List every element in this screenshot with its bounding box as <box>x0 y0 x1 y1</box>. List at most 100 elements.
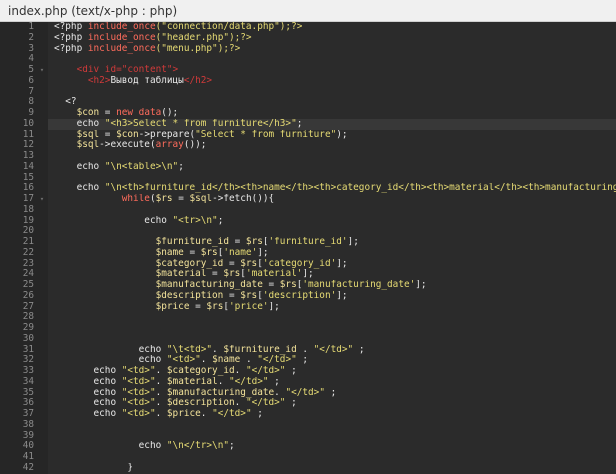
code-token: <?php <box>54 43 88 54</box>
code-token: $sql <box>54 129 100 140</box>
code-line[interactable]: 30 <box>0 333 616 345</box>
code-line[interactable]: 39 <box>0 430 616 442</box>
line-number: 26 <box>0 290 36 302</box>
code-token: 'material' <box>245 269 303 280</box>
code-line[interactable]: 1 <?php include_once("connection/data.php… <box>0 22 616 33</box>
code-line[interactable]: 34 echo "<td>". $material. "</td>" ; <box>0 376 616 388</box>
code-line[interactable]: 28 <box>0 311 616 323</box>
code-line[interactable]: 12 $sql->execute(array()); <box>0 139 616 151</box>
code-line[interactable]: 21 $furniture_id = $rs['furniture_id']; <box>0 236 616 248</box>
code-line[interactable]: 36 echo "<td>". $description. "</td>" ; <box>0 397 616 409</box>
code-token: "<tr>\n" <box>172 215 218 226</box>
code-line[interactable]: 37 echo "<td>". $price. "</td>" ; <box>0 408 616 420</box>
code-token: ->prepare( <box>138 129 196 140</box>
code-token: $description <box>54 290 224 301</box>
code-editor[interactable]: 1 <?php include_once("connection/data.php… <box>0 22 616 474</box>
fold-gutter <box>36 419 48 431</box>
fold-arrow-icon[interactable]: ▾ <box>36 194 48 205</box>
fold-arrow-icon[interactable]: ▾ <box>36 65 48 76</box>
code-line[interactable]: 41 <box>0 451 616 463</box>
code-token: ; <box>324 387 337 398</box>
code-line[interactable]: 17 ▾ while($rs = $sql->fetch()){ <box>0 193 616 205</box>
code-token: . <box>155 376 167 387</box>
code-line[interactable]: 9 $con = new data(); <box>0 107 616 119</box>
code-content: $category_id = $rs['category_id']; <box>48 259 616 270</box>
fold-gutter <box>36 344 48 356</box>
code-token: $furniture_id <box>223 344 297 355</box>
code-token: "<h3>Select * from furniture</h3>" <box>104 118 297 129</box>
code-line[interactable]: 22 $name = $rs['name']; <box>0 247 616 259</box>
code-token: ]; <box>347 237 359 247</box>
code-line[interactable]: 20 <box>0 225 616 237</box>
code-line[interactable]: 26 $description = $rs['description']; <box>0 290 616 302</box>
code-token: = <box>262 280 280 290</box>
code-line[interactable]: 25 $manufacturing_date = $rs['manufactur… <box>0 279 616 291</box>
code-line[interactable]: 11 $sql = $con->prepare("Select * from f… <box>0 129 616 141</box>
code-content: <div id="content"> <box>48 65 616 76</box>
code-content: <?php include_once("header.php");?> <box>48 33 616 44</box>
code-content: echo "<td>". $material. "</td>" ; <box>48 377 616 388</box>
code-token: . <box>296 344 314 355</box>
code-token: </h2> <box>183 75 213 86</box>
code-token: . <box>200 355 213 366</box>
code-content: <?php include_once("connection/data.php"… <box>48 22 616 33</box>
code-line[interactable]: 19 echo "<tr>\n"; <box>0 215 616 227</box>
code-token: = <box>99 129 117 140</box>
code-line[interactable]: 32 echo "<td>". $name . "</td>" ; <box>0 354 616 366</box>
fold-gutter <box>36 204 48 216</box>
code-line[interactable]: 3 <?php include_once("menu.php");?> <box>0 43 616 55</box>
code-content <box>48 226 616 237</box>
code-line[interactable]: 18 <box>0 204 616 216</box>
fold-gutter <box>36 398 48 409</box>
code-token: $category_id <box>54 258 224 269</box>
code-line[interactable]: 24 $material = $rs['material']; <box>0 268 616 280</box>
code-line[interactable]: 33 echo "<td>". $category_id. "</td>" ; <box>0 365 616 377</box>
code-line[interactable]: 42 } <box>0 462 616 474</box>
code-line[interactable]: 15 <box>0 172 616 184</box>
code-token: echo <box>54 441 167 452</box>
code-token: ("header.php");?> <box>155 32 252 43</box>
code-token: ; <box>228 441 235 452</box>
code-token: 'manufacturing_date' <box>302 280 416 290</box>
fold-gutter <box>36 118 48 130</box>
code-line[interactable]: 16 echo "\n<th>furniture_id</th><th>name… <box>0 182 616 194</box>
code-line[interactable]: 23 $category_id = $rs['category_id']; <box>0 258 616 270</box>
code-token: echo <box>54 376 122 387</box>
code-token: (); <box>161 108 179 118</box>
fold-gutter <box>36 32 48 44</box>
code-line[interactable]: 27 $price = $rs['price']; <box>0 301 616 313</box>
code-line[interactable]: 6 <h2>Вывод таблицы</h2> <box>0 75 616 87</box>
code-token: ]; <box>302 269 314 280</box>
code-line[interactable]: 2 <?php include_once("header.php");?> <box>0 32 616 44</box>
code-content: echo "<td>". $manufacturing_date. "</td>… <box>48 388 616 399</box>
code-token: "<td>" <box>166 355 201 366</box>
code-line[interactable]: 35 echo "<td>". $manufacturing_date. "</… <box>0 387 616 399</box>
code-token: "<td>" <box>121 376 156 387</box>
fold-gutter <box>36 215 48 227</box>
fold-gutter <box>36 376 48 388</box>
code-line[interactable]: 4 <box>0 53 616 65</box>
code-line[interactable]: 13 <box>0 150 616 162</box>
code-content <box>48 323 616 334</box>
code-token: = <box>206 269 224 280</box>
code-line[interactable]: 38 <box>0 419 616 431</box>
code-token: ]; <box>336 258 348 269</box>
code-line[interactable]: 31 echo "\t<td>". $furniture_id . "</td>… <box>0 344 616 356</box>
code-line[interactable]: 8 <? <box>0 96 616 108</box>
code-token: ; <box>251 409 263 419</box>
code-line[interactable]: 10 echo "<h3>Select * from furniture</h3… <box>0 118 616 130</box>
code-token: ; <box>178 161 184 172</box>
line-number: 42 <box>0 462 36 474</box>
code-token: $material <box>166 376 218 387</box>
code-token: = <box>99 108 117 118</box>
code-line[interactable]: 7 <box>0 86 616 98</box>
line-number: 34 <box>0 376 36 388</box>
code-line[interactable]: 5 ▾ <div id="content"> <box>0 64 616 76</box>
code-content <box>48 334 616 345</box>
code-token: ; <box>285 366 297 376</box>
code-line[interactable]: 40 echo "\n</tr>\n"; <box>0 440 616 452</box>
code-line[interactable]: 29 <box>0 322 616 334</box>
code-line[interactable]: 14 echo "\n<table>\n"; <box>0 161 616 173</box>
fold-gutter <box>36 108 48 119</box>
code-content: $con = new data(); <box>48 108 616 119</box>
